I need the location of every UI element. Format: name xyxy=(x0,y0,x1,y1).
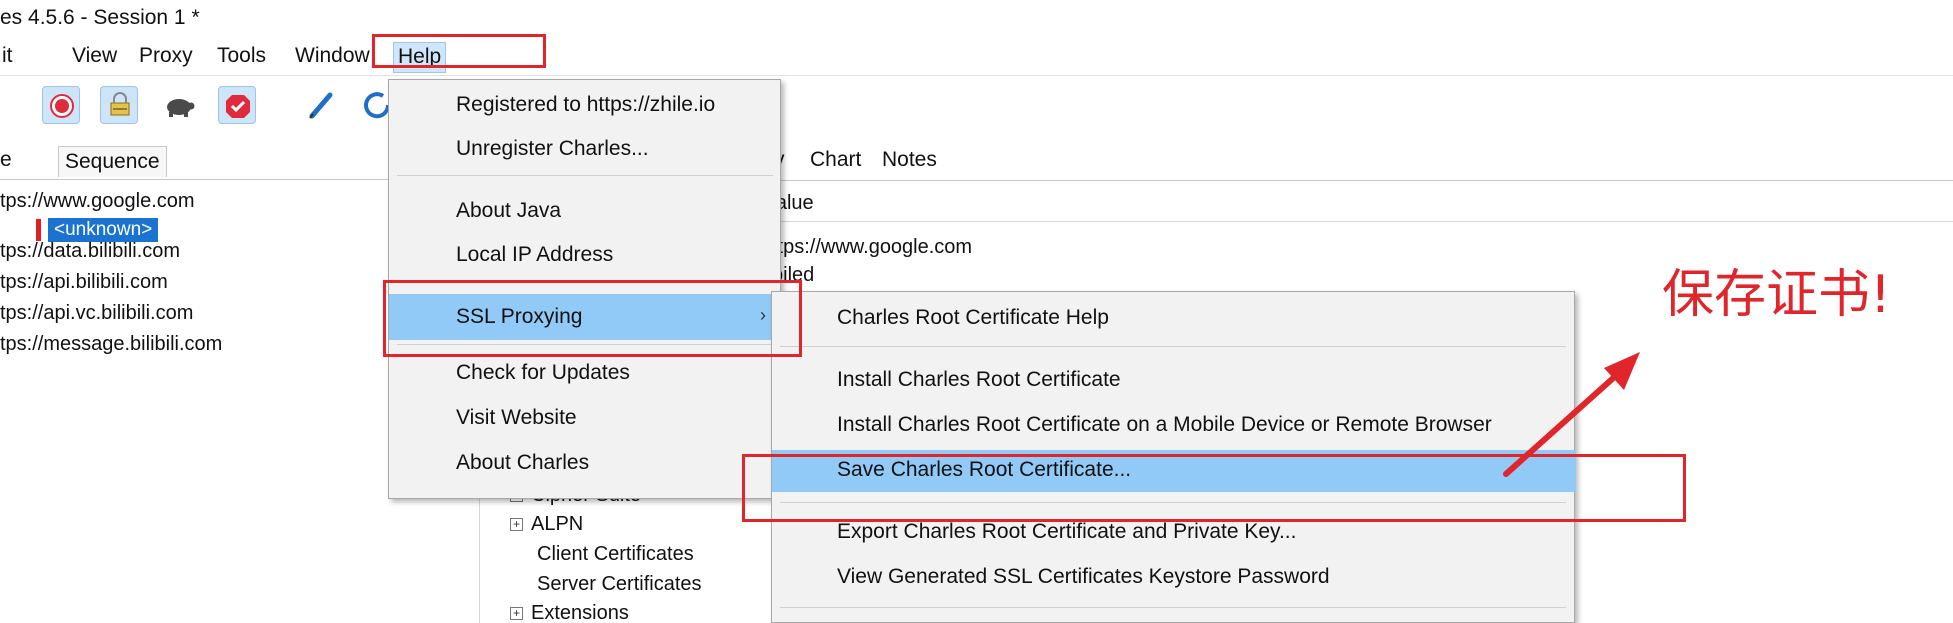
annotation-arrow xyxy=(1503,352,1640,477)
annotation-label: 保存证书! xyxy=(1662,265,1891,325)
